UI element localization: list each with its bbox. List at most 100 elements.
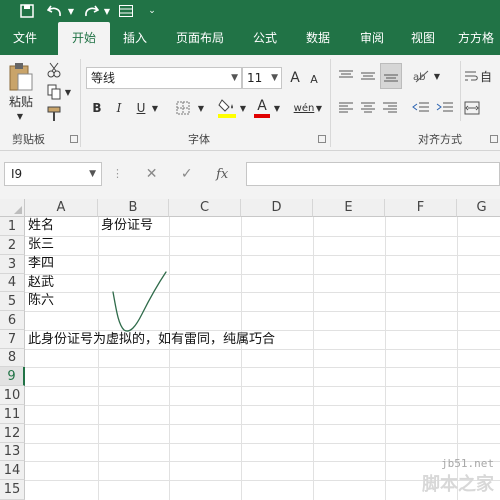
align-middle-icon[interactable] (358, 65, 378, 87)
paste-dropdown-icon[interactable]: ▼ (14, 111, 26, 121)
watermark-url: jb51.net (441, 457, 494, 470)
align-left-icon[interactable] (336, 97, 356, 119)
gridline (25, 255, 500, 256)
cell-a3[interactable]: 李四 (25, 255, 54, 273)
tab-data[interactable]: 数据 (296, 22, 340, 55)
name-box[interactable]: I9 ▼ (4, 162, 102, 186)
check-mark-annotation (112, 271, 167, 332)
redo-dropdown-icon[interactable]: ▼ (102, 0, 112, 22)
orientation-dropdown-icon[interactable]: ▼ (432, 69, 442, 83)
row-header-1[interactable]: 1 (0, 217, 25, 236)
tab-page-layout[interactable]: 页面布局 (168, 22, 232, 55)
cancel-icon[interactable]: ✕ (146, 166, 158, 182)
row-header-5[interactable]: 5 (0, 292, 25, 311)
underline-button[interactable]: U (132, 97, 150, 119)
row-header-13[interactable]: 13 (0, 443, 25, 461)
row-header-10[interactable]: 10 (0, 386, 25, 405)
group-separator (330, 59, 331, 147)
phonetic-dropdown-icon[interactable]: ▼ (314, 101, 324, 115)
save-icon[interactable] (16, 0, 38, 22)
form-icon[interactable] (116, 0, 136, 22)
gridline (169, 217, 170, 500)
cut-icon[interactable] (44, 61, 64, 79)
align-center-icon[interactable] (358, 97, 378, 119)
fill-color-icon[interactable] (216, 95, 238, 121)
row-header-7[interactable]: 7 (0, 330, 25, 349)
column-header-f[interactable]: F (385, 199, 457, 217)
row-header-14[interactable]: 14 (0, 461, 25, 480)
font-size-value: 11 (247, 71, 263, 85)
italic-button[interactable]: I (110, 97, 128, 119)
underline-dropdown-icon[interactable]: ▼ (150, 101, 160, 115)
shrink-font-button[interactable]: A (306, 69, 322, 89)
grow-font-button[interactable]: A (286, 67, 304, 89)
tab-insert[interactable]: 插入 (112, 22, 158, 55)
gridline (98, 217, 99, 500)
tab-view[interactable]: 视图 (402, 22, 444, 55)
gridline (25, 405, 500, 406)
decrease-indent-icon[interactable] (410, 97, 432, 119)
format-painter-icon[interactable] (44, 105, 64, 123)
insert-function-button[interactable]: fx (216, 167, 228, 182)
column-header-e[interactable]: E (313, 199, 385, 217)
row-header-15[interactable]: 15 (0, 480, 25, 500)
copy-icon[interactable] (44, 83, 64, 101)
paste-label[interactable]: 粘贴 (6, 93, 36, 109)
clipboard-group-label: 剪贴板 (12, 133, 45, 146)
paste-icon[interactable] (6, 61, 36, 93)
column-header-d[interactable]: D (241, 199, 313, 217)
row-header-11[interactable]: 11 (0, 405, 25, 424)
column-header-c[interactable]: C (169, 199, 241, 217)
row-header-2[interactable]: 2 (0, 236, 25, 255)
tab-home[interactable]: 开始 (58, 22, 110, 55)
column-header-a[interactable]: A (25, 199, 98, 217)
cell-a1[interactable]: 姓名 (25, 217, 54, 235)
bold-button[interactable]: B (88, 97, 106, 119)
font-launcher-icon[interactable] (318, 135, 326, 143)
undo-dropdown-icon[interactable]: ▼ (66, 0, 76, 22)
undo-icon[interactable] (44, 0, 66, 22)
clipboard-launcher-icon[interactable] (70, 135, 78, 143)
customize-qa-icon[interactable]: ⌄ (146, 0, 158, 22)
cell-a2[interactable]: 张三 (25, 236, 54, 254)
cell-a4[interactable]: 赵武 (25, 274, 54, 292)
font-color-dropdown-icon[interactable]: ▼ (272, 101, 282, 115)
font-size-combo[interactable]: 11 ▼ (242, 67, 282, 89)
group-separator (460, 61, 461, 121)
row-header-8[interactable]: 8 (0, 349, 25, 367)
tab-file[interactable]: 文件 (0, 22, 50, 55)
copy-dropdown-icon[interactable]: ▼ (64, 87, 72, 97)
fill-color-dropdown-icon[interactable]: ▼ (238, 101, 248, 115)
gridline (241, 217, 242, 500)
border-dropdown-icon[interactable]: ▼ (196, 101, 206, 115)
increase-indent-icon[interactable] (434, 97, 456, 119)
font-name-combo[interactable]: 等线 ▼ (86, 67, 242, 89)
enter-icon[interactable]: ✓ (181, 166, 193, 182)
wrap-text-button[interactable]: 自 (464, 65, 500, 87)
row-header-6[interactable]: 6 (0, 311, 25, 330)
font-color-button[interactable]: A (252, 95, 272, 121)
alignment-launcher-icon[interactable] (490, 135, 498, 143)
redo-icon[interactable] (80, 0, 102, 22)
row-header-4[interactable]: 4 (0, 274, 25, 292)
merge-center-button[interactable] (464, 97, 500, 119)
cell-a5[interactable]: 陈六 (25, 292, 54, 310)
align-bottom-icon[interactable] (380, 63, 402, 89)
column-header-b[interactable]: B (98, 199, 169, 217)
row-header-3[interactable]: 3 (0, 255, 25, 274)
column-header-g[interactable]: G (457, 199, 500, 217)
align-right-icon[interactable] (380, 97, 400, 119)
tab-review[interactable]: 审阅 (350, 22, 394, 55)
formula-input[interactable] (246, 162, 500, 186)
row-header-9[interactable]: 9 (0, 367, 25, 386)
row-header-12[interactable]: 12 (0, 424, 25, 443)
resize-grip-icon[interactable]: ⋮ (112, 167, 123, 180)
tab-fangfang[interactable]: 方方格 (452, 22, 500, 55)
tab-formulas[interactable]: 公式 (244, 22, 286, 55)
phonetic-button[interactable]: wén (292, 95, 316, 121)
border-icon[interactable] (172, 97, 194, 119)
cell-b1[interactable]: 身份证号 (98, 217, 153, 235)
select-all-corner[interactable] (0, 199, 25, 217)
align-top-icon[interactable] (336, 65, 356, 87)
orientation-icon[interactable]: ab (410, 65, 432, 87)
